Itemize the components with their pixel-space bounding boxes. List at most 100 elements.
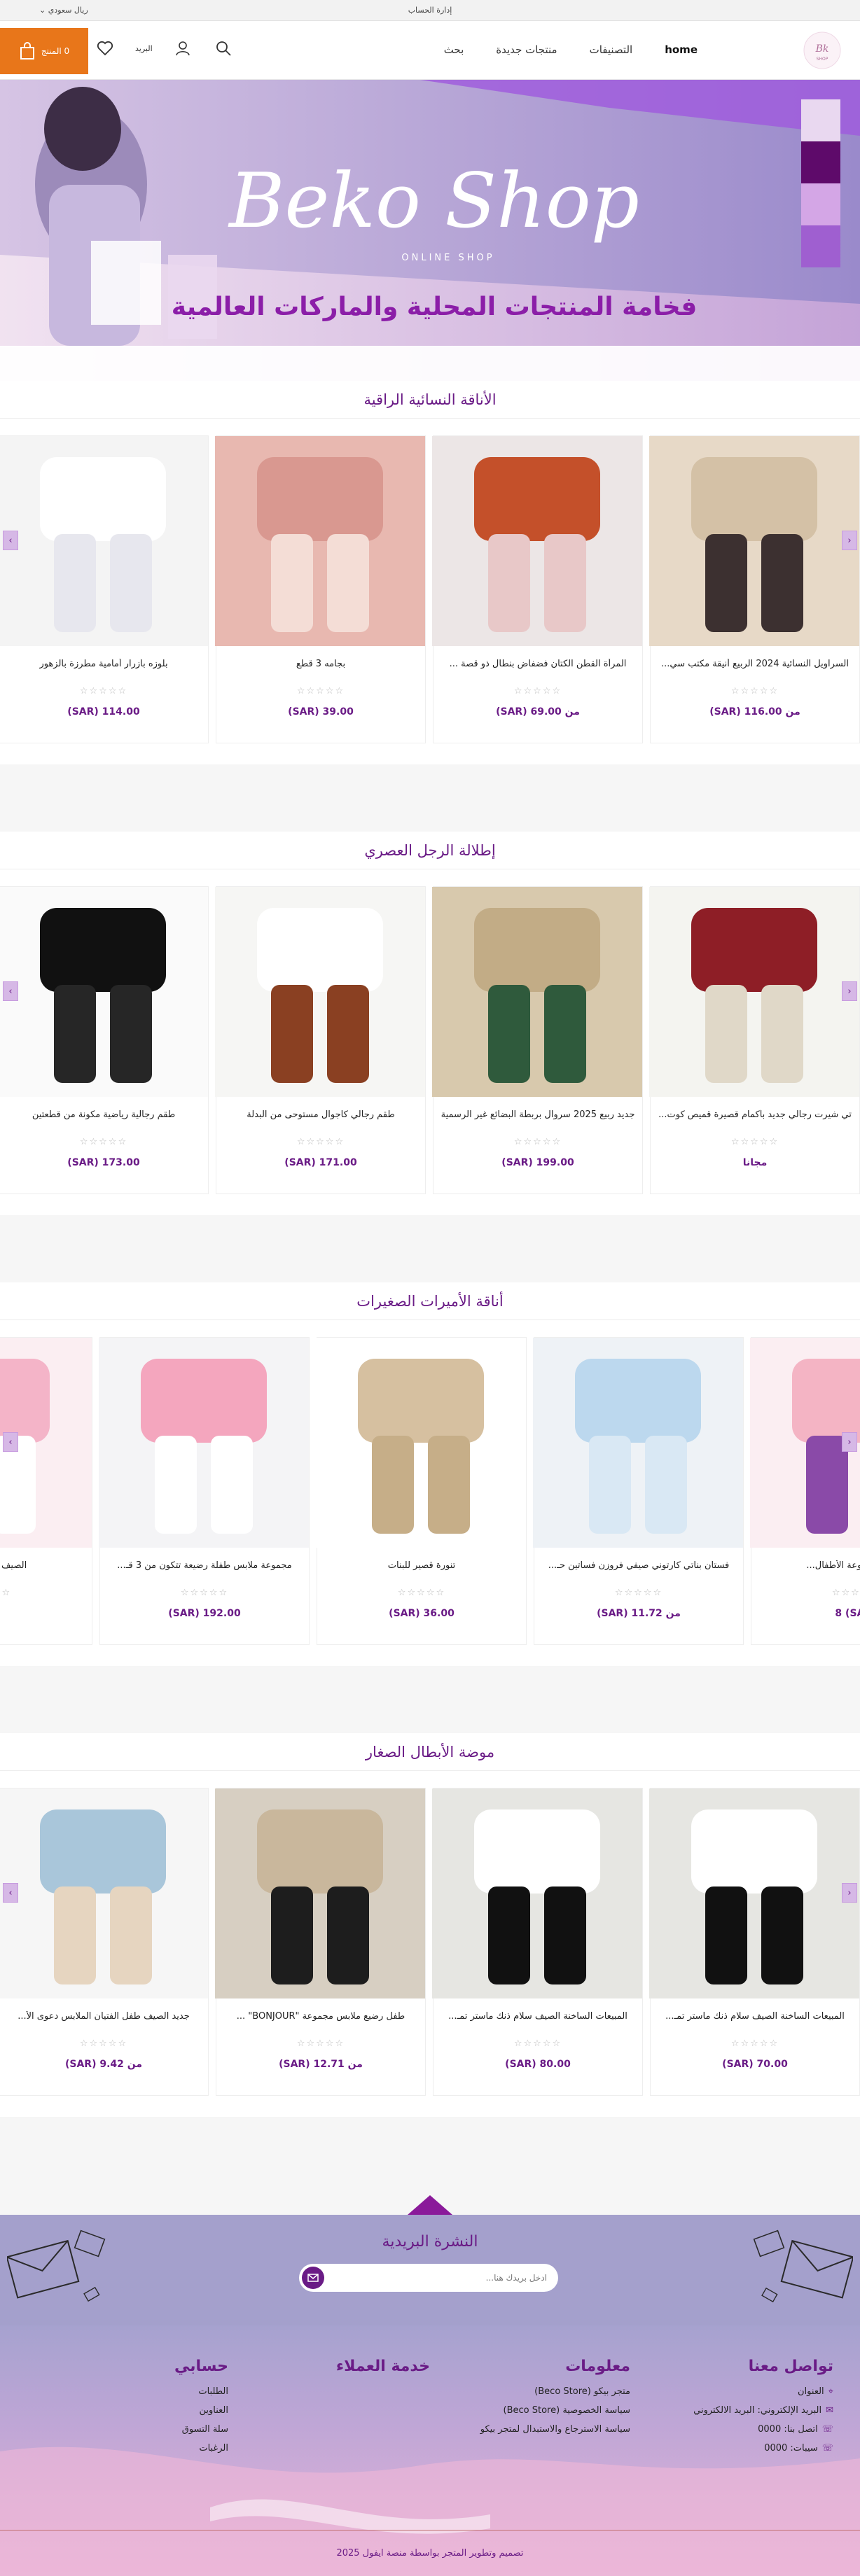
- product-image[interactable]: [215, 1788, 425, 1998]
- carousel-next-button[interactable]: ‹: [842, 1432, 857, 1452]
- footer-link[interactable]: العناوين: [174, 2405, 228, 2416]
- product-card[interactable]: طفل رضيع ملابس مجموعة "BONJOUR" ... ☆☆☆☆☆…: [215, 1788, 426, 2096]
- footer-email-row[interactable]: ✉ البريد الإلكتروني: البريد الالكتروني: [693, 2405, 833, 2416]
- swatch-plum: [801, 141, 840, 183]
- product-image[interactable]: [432, 436, 642, 646]
- hero-banner[interactable]: Beko Shop ONLINE SHOP فخامة المنتجات الم…: [0, 80, 860, 381]
- account-button[interactable]: [172, 38, 193, 59]
- product-image[interactable]: [215, 436, 425, 646]
- product-name[interactable]: ملابس مجموعة الأطفال...: [751, 1560, 860, 1571]
- product-name[interactable]: بجامه 3 قطع: [216, 659, 425, 669]
- product-card[interactable]: المبيعات الساخنة الصيف سلام ذنك ماستر تم…: [649, 1788, 860, 2096]
- nav-search[interactable]: بحث: [444, 43, 464, 56]
- product-image[interactable]: [0, 436, 208, 646]
- product-image[interactable]: [649, 436, 859, 646]
- carousel-next-button[interactable]: ‹: [842, 1883, 857, 1903]
- carousel-prev-button[interactable]: ›: [3, 1432, 18, 1452]
- mail-icon: [307, 2274, 319, 2282]
- product-card[interactable]: المرأة القطن الكتان فضفاض بنطال ذو قصة .…: [432, 435, 643, 743]
- product-card[interactable]: مجموعة ملابس طفلة رضيعة تتكون من 3 قـ...…: [99, 1337, 310, 1645]
- product-name[interactable]: جديد ربيع 2025 سروال بربطة البضائع غير ا…: [434, 1110, 642, 1120]
- product-card[interactable]: تي شيرت رجالي جديد بأكمام قصيرة قميص كوت…: [649, 886, 860, 1194]
- product-image[interactable]: [316, 1338, 526, 1548]
- product-price: مجانا: [742, 1157, 768, 1168]
- product-image[interactable]: [432, 887, 642, 1097]
- top-bar: إدارة الحساب ⌄ ريال سعودي: [0, 0, 860, 21]
- product-image[interactable]: [533, 1338, 743, 1548]
- wishlist-button[interactable]: [95, 38, 116, 59]
- product-name[interactable]: تنورة قصير للبنات: [317, 1560, 526, 1571]
- footer-link[interactable]: الطلبات: [174, 2386, 228, 2397]
- map-pin-icon: ⌖: [828, 2386, 833, 2397]
- product-card[interactable]: طقم رجالي كاجوال مستوحى من البدلة ☆☆☆☆☆ 17…: [215, 886, 426, 1194]
- product-name[interactable]: مجموعة ملابس طفلة رضيعة تتكون من 3 قـ...: [100, 1560, 309, 1571]
- footer-phone-row[interactable]: ☏ اتصل بنا: 0000: [693, 2424, 833, 2435]
- copyright: تصميم وتطوير المتجر بواسطة منصة ايفول 20…: [0, 2530, 860, 2576]
- product-name[interactable]: فستان بناتي كارتوني صيفي فروزن فساتين حـ…: [534, 1560, 743, 1571]
- product-image[interactable]: [215, 887, 425, 1097]
- footer-link[interactable]: متجر بيكو (Beco Store): [480, 2386, 630, 2397]
- nav-categories[interactable]: التصنيفات: [590, 43, 633, 56]
- product-card[interactable]: طقم رجالية رياضية مكونة من قطعتين ☆☆☆☆☆ 17…: [0, 886, 209, 1194]
- product-name[interactable]: المرأة القطن الكتان فضفاض بنطال ذو قصة .…: [434, 659, 642, 669]
- footer-account: حسابي الطلبات العناوين سلة التسوق الرغبا…: [174, 2358, 228, 2462]
- newsletter-form: [299, 2264, 558, 2292]
- mail-label[interactable]: البريد: [135, 44, 153, 53]
- search-icon: [216, 41, 231, 56]
- product-name[interactable]: المبيعات الساخنة الصيف سلام ذنك ماستر تم…: [651, 2011, 859, 2022]
- carousel-prev-button[interactable]: ›: [3, 981, 18, 1001]
- product-name[interactable]: طقم رجالية رياضية مكونة من قطعتين: [0, 1110, 208, 1120]
- product-name[interactable]: السراويل النسائية 2024 الربيع أنيقة مكتب…: [651, 659, 859, 669]
- product-card[interactable]: بلوزه بأزرار أمامية مطرزة بالزهور ☆☆☆☆☆ 11…: [0, 435, 209, 743]
- product-name[interactable]: تي شيرت رجالي جديد بأكمام قصيرة قميص كوت…: [651, 1110, 859, 1120]
- footer-link[interactable]: سياسة الاسترجاع والاستبدال لمتجر بيكو: [480, 2424, 630, 2435]
- product-card[interactable]: جديد ربيع 2025 سروال بربطة البضائع غير ا…: [432, 886, 643, 1194]
- svg-text:SHOP: SHOP: [817, 57, 828, 62]
- newsletter-submit-button[interactable]: [302, 2267, 324, 2289]
- footer-whatsapp-row[interactable]: ☏ سيبات: 0000: [693, 2443, 833, 2454]
- carousel-prev-button[interactable]: ›: [3, 1883, 18, 1903]
- newsletter-email-input[interactable]: [324, 2264, 558, 2292]
- main-nav: home التصنيفات منتجات جديدة بحث: [444, 43, 698, 56]
- footer-link[interactable]: سلة التسوق: [174, 2424, 228, 2435]
- section-header: الأناقة النسائية الراقية: [0, 381, 860, 419]
- product-image[interactable]: [99, 1338, 309, 1548]
- cart-button[interactable]: 0 المنتج: [0, 28, 88, 74]
- footer-customer-service: خدمة العملاء: [336, 2358, 430, 2386]
- product-image[interactable]: [432, 1788, 642, 1998]
- product-card[interactable]: بجامه 3 قطع ☆☆☆☆☆ 39.00 (SAR): [215, 435, 426, 743]
- product-price: 173.00 (SAR): [67, 1157, 140, 1168]
- product-name[interactable]: طقم رجالي كاجوال مستوحى من البدلة: [216, 1110, 425, 1120]
- product-name[interactable]: المبيعات الساخنة الصيف سلام ذنك ماستر تم…: [434, 2011, 642, 2022]
- product-image[interactable]: [649, 887, 859, 1097]
- product-card[interactable]: ملابس مجموعة الأطفال... ☆☆☆☆☆ (SAR) 8: [750, 1337, 860, 1645]
- product-image[interactable]: [649, 1788, 859, 1998]
- product-card[interactable]: فستان بناتي كارتوني صيفي فروزن فساتين حـ…: [533, 1337, 744, 1645]
- product-card[interactable]: تنورة قصير للبنات ☆☆☆☆☆ 36.00 (SAR): [316, 1337, 527, 1645]
- product-name[interactable]: الصيف طقة الصب...: [0, 1560, 92, 1571]
- product-card[interactable]: السراويل النسائية 2024 الربيع أنيقة مكتب…: [649, 435, 860, 743]
- store-logo[interactable]: Bk SHOP: [803, 31, 842, 70]
- product-card[interactable]: المبيعات الساخنة الصيف سلام ذنك ماستر تم…: [432, 1788, 643, 2096]
- product-image[interactable]: [0, 1788, 208, 1998]
- nav-home[interactable]: home: [665, 43, 698, 56]
- section-header: إطلالة الرجل العصري: [0, 832, 860, 869]
- product-name[interactable]: طفل رضيع ملابس مجموعة "BONJOUR" ...: [216, 2011, 425, 2022]
- product-card[interactable]: الصيف طقة الصب... ☆☆☆☆☆ 00: [0, 1337, 92, 1645]
- carousel-next-button[interactable]: ‹: [842, 981, 857, 1001]
- product-card[interactable]: جديد الصيف طفل الفتيان الملابس دعوى الأ.…: [0, 1788, 209, 2096]
- nav-new-products[interactable]: منتجات جديدة: [496, 43, 557, 56]
- carousel-prev-button[interactable]: ›: [3, 531, 18, 550]
- section-title: إطلالة الرجل العصري: [364, 842, 496, 859]
- account-management-link[interactable]: إدارة الحساب: [0, 6, 860, 15]
- product-name[interactable]: جديد الصيف طفل الفتيان الملابس دعوى الأ.…: [0, 2011, 208, 2022]
- rating-stars: ☆☆☆☆☆: [296, 1137, 345, 1147]
- product-image[interactable]: [0, 887, 208, 1097]
- currency-selector[interactable]: ⌄ ريال سعودي: [39, 6, 88, 15]
- product-name[interactable]: بلوزه بأزرار أمامية مطرزة بالزهور: [0, 659, 208, 669]
- rating-stars: ☆☆☆☆☆: [79, 1137, 128, 1147]
- search-button[interactable]: [213, 38, 234, 59]
- footer-link[interactable]: الرغبات: [174, 2443, 228, 2454]
- carousel-next-button[interactable]: ‹: [842, 531, 857, 550]
- footer-link[interactable]: سياسة الخصوصية (Beco Store): [480, 2405, 630, 2416]
